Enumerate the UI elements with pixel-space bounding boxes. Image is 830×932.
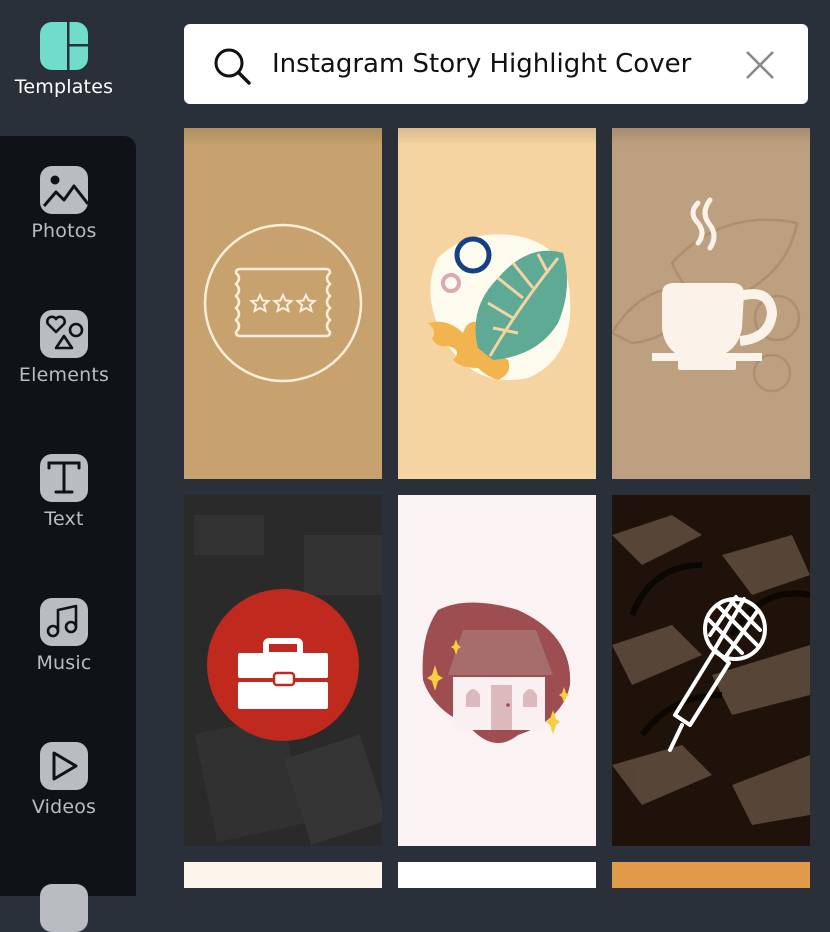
templates-icon (40, 22, 88, 70)
sidebar-item-photos[interactable]: Photos (0, 166, 128, 242)
template-card-briefcase[interactable] (184, 495, 382, 846)
card-shade (612, 128, 810, 146)
card-art (184, 862, 382, 888)
template-card-partial-2[interactable] (398, 862, 596, 888)
house-icon (398, 495, 596, 846)
sidebar-item-videos[interactable]: Videos (0, 742, 128, 818)
photos-icon (40, 166, 88, 214)
search-icon[interactable] (212, 46, 252, 86)
sidebar-item-text[interactable]: Text (0, 454, 128, 530)
sidebar-item-more[interactable] (0, 884, 128, 932)
close-icon[interactable] (744, 49, 776, 81)
microphone-icon (612, 495, 810, 846)
text-icon (40, 454, 88, 502)
more-icon (40, 884, 88, 932)
template-card-monstera[interactable] (398, 128, 596, 479)
template-card-house[interactable] (398, 495, 596, 846)
sidebar-item-label: Videos (31, 796, 97, 818)
coffee-cup-icon (612, 128, 810, 479)
card-art (398, 862, 596, 888)
sidebar-item-music[interactable]: Music (0, 598, 128, 674)
leaf-icon (398, 128, 596, 479)
card-shade (398, 128, 596, 146)
template-card-partial-1[interactable] (184, 862, 382, 888)
search-input[interactable] (272, 42, 732, 86)
template-card-partial-3[interactable] (612, 862, 810, 888)
card-shade (184, 128, 382, 146)
sidebar-item-label: Music (36, 652, 92, 674)
videos-icon (40, 742, 88, 790)
sidebar-item-label: Text (44, 508, 84, 530)
template-card-microphone[interactable] (612, 495, 810, 846)
sidebar-item-templates[interactable]: Templates (0, 22, 128, 98)
sidebar-item-label: Elements (18, 364, 110, 386)
music-icon (40, 598, 88, 646)
briefcase-icon (184, 495, 382, 846)
template-card-ticket[interactable] (184, 128, 382, 479)
sidebar-item-elements[interactable]: Elements (0, 310, 128, 386)
template-card-coffee[interactable] (612, 128, 810, 479)
elements-icon (40, 310, 88, 358)
sidebar-item-label: Photos (31, 220, 97, 242)
card-art (612, 862, 810, 888)
sidebar-item-label: Templates (14, 76, 114, 98)
ticket-icon (184, 128, 382, 479)
search-bar (184, 24, 808, 104)
